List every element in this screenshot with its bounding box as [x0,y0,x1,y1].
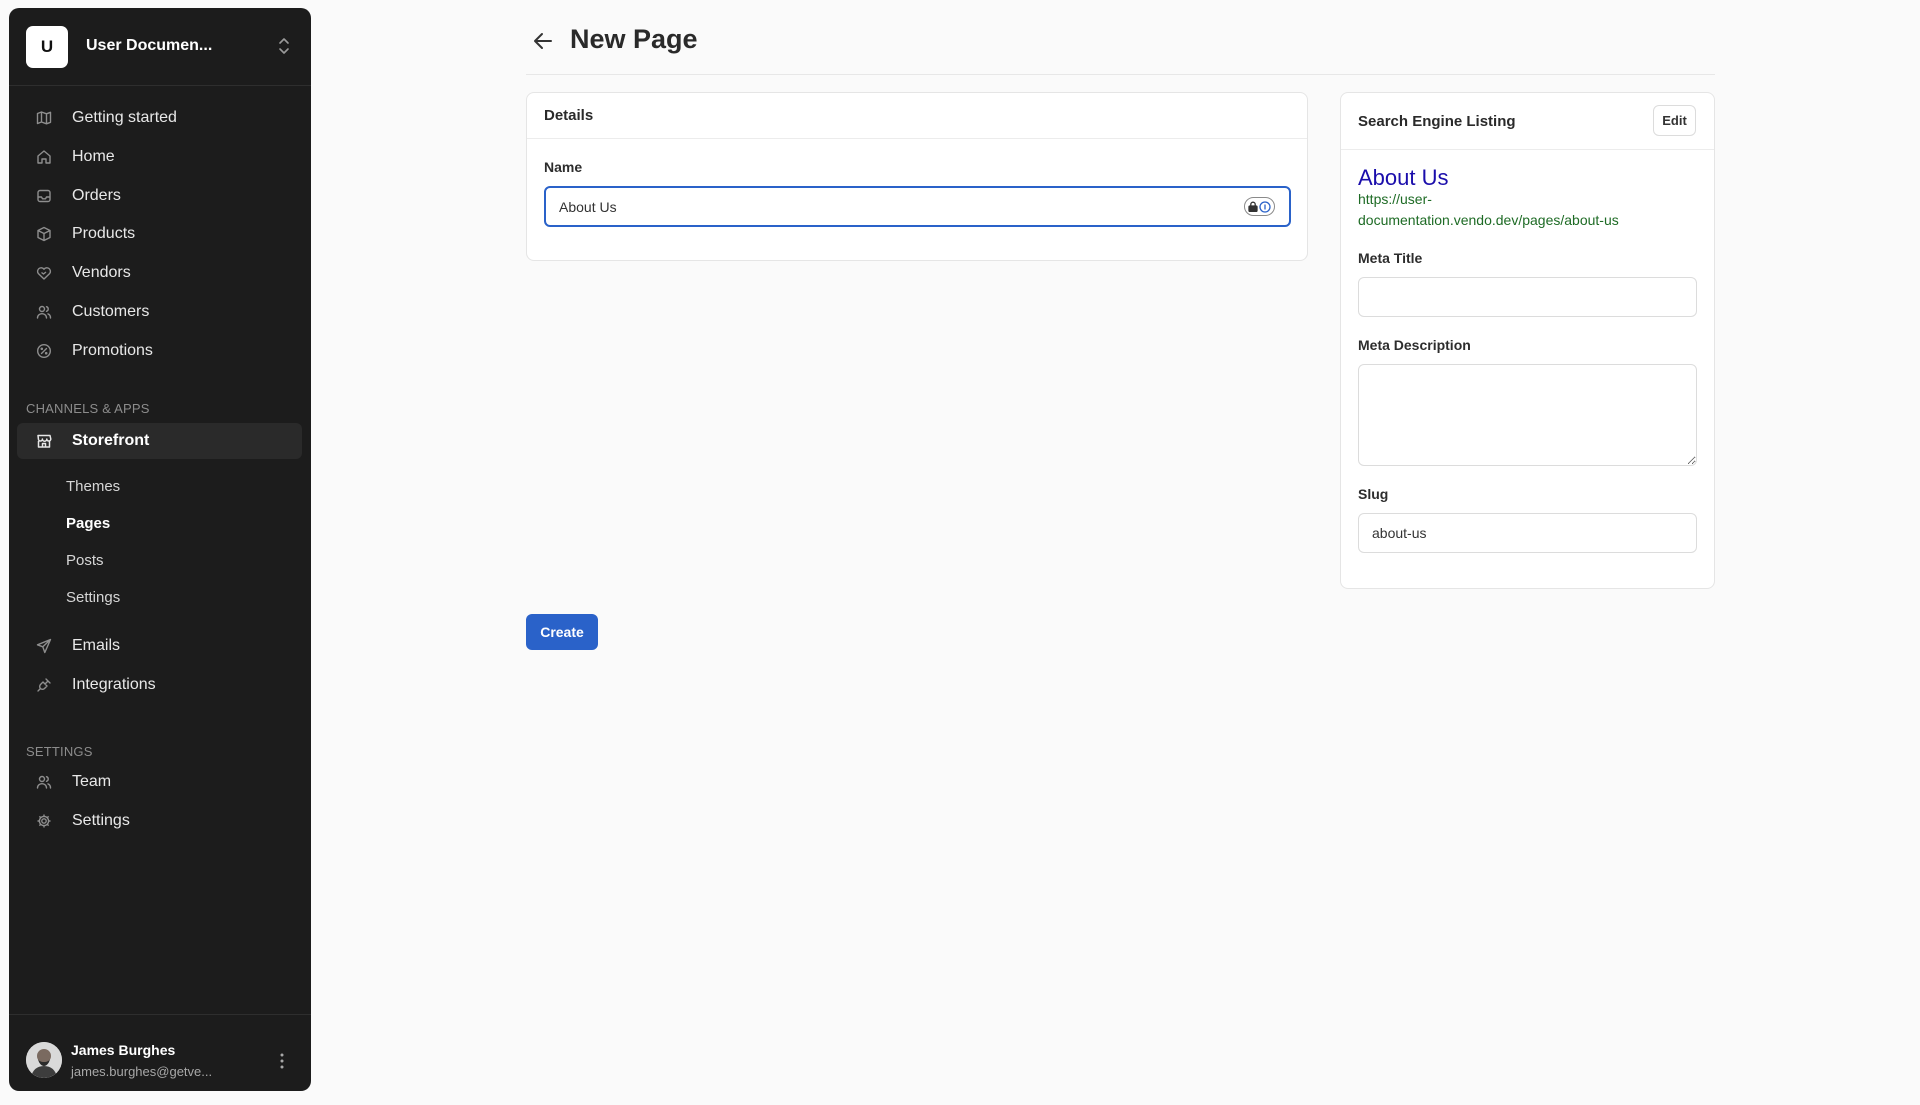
meta-description-label: Meta Description [1358,337,1471,353]
users-icon [36,775,52,789]
sidebar-item-label: Vendors [72,264,131,281]
seo-card-title: Search Engine Listing [1358,113,1516,130]
sidebar-item-orders[interactable]: Orders [17,178,302,214]
sidebar-item-promotions[interactable]: Promotions [17,333,302,369]
home-icon [37,150,51,164]
sidebar: U User Documen... Getting started Home O… [9,8,311,1091]
map-icon [36,111,52,125]
slug-input[interactable] [1358,513,1697,553]
sidebar-item-settings[interactable]: Settings [17,803,302,839]
workspace-switcher[interactable]: U User Documen... [9,8,311,86]
sidebar-subitem-themes[interactable]: Themes [66,478,120,495]
details-card-title: Details [544,107,594,124]
sidebar-item-integrations[interactable]: Integrations [17,667,302,703]
percent-icon [36,343,52,359]
sidebar-item-label: Integrations [72,676,156,693]
gear-icon [37,814,51,828]
seo-preview-url: https://user-documentation.vendo.dev/pag… [1358,191,1619,228]
user-profile[interactable]: James Burghes james.burghes@getve... [9,1014,311,1091]
workspace-logo: U [26,26,68,68]
meta-description-textarea[interactable] [1358,364,1697,466]
sidebar-item-team[interactable]: Team [17,764,302,800]
sidebar-item-label: Orders [72,187,121,204]
users-icon [36,305,52,319]
user-name: James Burghes [71,1042,176,1058]
sidebar-subitem-pages[interactable]: Pages [66,515,110,532]
handshake-icon [36,267,52,280]
sidebar-item-emails[interactable]: Emails [17,628,302,664]
seo-preview-title: About Us [1358,165,1449,190]
workspace-name: User Documen... [86,37,213,54]
sidebar-item-label: Settings [72,812,130,829]
sidebar-item-label: Storefront [72,432,150,449]
chevron-up-down-icon[interactable] [277,36,291,56]
name-label: Name [544,159,583,175]
send-icon [36,638,52,654]
sidebar-subitem-posts[interactable]: Posts [66,552,104,569]
page-title: New Page [570,24,698,54]
sidebar-item-label: Emails [72,637,121,654]
info-icon [1259,200,1271,213]
sidebar-item-label: Customers [72,303,150,320]
sidebar-item-label: Products [72,225,136,242]
slug-label: Slug [1358,486,1389,502]
lock-icon [1248,201,1258,212]
sidebar-item-label: Promotions [72,342,153,359]
section-label-channels: CHANNELS & APPS [26,401,150,416]
sidebar-item-storefront[interactable]: Storefront [17,423,302,459]
more-vertical-icon[interactable] [279,1052,285,1070]
edit-button[interactable]: Edit [1653,105,1696,136]
user-email: james.burghes@getve... [71,1064,213,1079]
avatar [26,1042,62,1078]
plug-icon [37,678,51,692]
box-icon [37,226,51,242]
password-manager-badge[interactable] [1244,197,1275,216]
create-button[interactable]: Create [526,614,598,650]
sidebar-item-label: Team [72,773,112,790]
details-card: Details Name [526,92,1308,261]
arrow-left-icon[interactable] [532,30,554,52]
sidebar-item-products[interactable]: Products [17,216,302,252]
sidebar-item-home[interactable]: Home [17,139,302,175]
sidebar-item-getting-started[interactable]: Getting started [17,100,302,136]
header-divider [526,74,1715,75]
details-card-header: Details [527,93,1307,139]
avatar-image [26,1042,62,1078]
store-icon [37,434,52,448]
name-input[interactable] [544,186,1291,227]
inbox-icon [37,189,51,203]
sidebar-item-vendors[interactable]: Vendors [17,255,302,291]
section-label-settings: SETTINGS [26,744,93,759]
meta-title-input[interactable] [1358,277,1697,317]
sidebar-item-label: Getting started [72,109,177,126]
sidebar-item-customers[interactable]: Customers [17,294,302,330]
sidebar-item-label: Home [72,148,115,165]
meta-title-label: Meta Title [1358,250,1423,266]
sidebar-subitem-settings[interactable]: Settings [66,589,120,606]
